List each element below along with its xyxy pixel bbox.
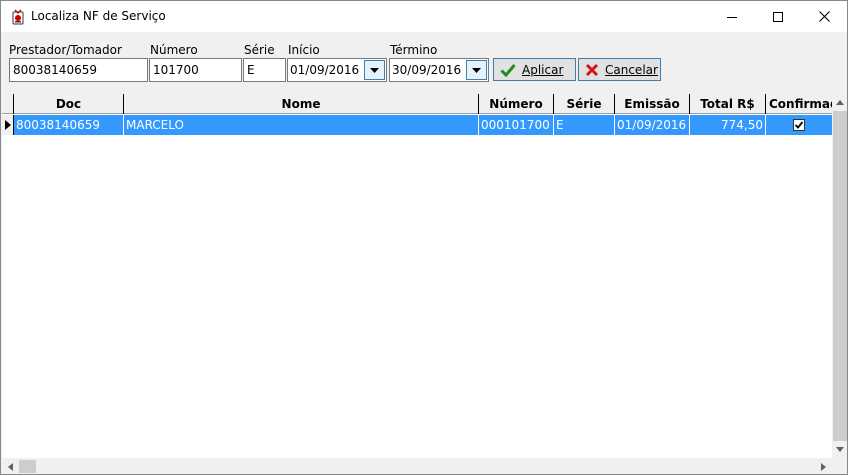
confirmada-checkbox[interactable]	[793, 119, 805, 131]
inicio-dropdown-button[interactable]	[364, 60, 385, 80]
grid-header: Doc Nome Número Série Emissão Total R$ C…	[2, 94, 836, 114]
chevron-down-icon	[370, 67, 379, 73]
cell-doc[interactable]: 80038140659	[14, 115, 124, 135]
serie-label: Série	[244, 43, 275, 57]
checkmark-icon	[500, 63, 516, 77]
results-grid[interactable]: Doc Nome Número Série Emissão Total R$ C…	[2, 94, 847, 474]
maximize-icon	[773, 11, 783, 22]
aplicar-button[interactable]: Aplicar	[493, 58, 576, 81]
indicator-header	[2, 94, 14, 114]
app-icon	[10, 9, 26, 25]
vertical-scroll-thumb[interactable]	[833, 111, 847, 441]
table-row[interactable]: 80038140659 MARCELO 000101700 E 01/09/20…	[2, 115, 832, 135]
inicio-date-picker[interactable]: 01/09/2016	[287, 58, 387, 82]
chevron-left-icon	[8, 462, 13, 471]
header-nome[interactable]: Nome	[124, 94, 479, 114]
row-indicator	[2, 115, 14, 135]
scroll-up-button[interactable]	[832, 94, 847, 111]
header-doc[interactable]: Doc	[14, 94, 124, 114]
inicio-date-value: 01/09/2016	[290, 63, 360, 77]
cell-serie[interactable]: E	[554, 115, 615, 135]
header-emissao[interactable]: Emissão	[615, 94, 690, 114]
header-confirmada[interactable]: Confirmada	[766, 94, 836, 114]
prestador-label: Prestador/Tomador	[9, 43, 122, 57]
cell-emissao[interactable]: 01/09/2016	[615, 115, 690, 135]
minimize-button[interactable]	[709, 1, 755, 32]
numero-label: Número	[150, 43, 198, 57]
cancelar-label: Cancelar	[605, 62, 658, 77]
cell-nome[interactable]: MARCELO	[124, 115, 479, 135]
cell-numero[interactable]: 000101700	[479, 115, 554, 135]
horizontal-scrollbar[interactable]	[2, 458, 832, 474]
cancelar-button[interactable]: Cancelar	[578, 58, 661, 81]
title-bar: Localiza NF de Serviço	[1, 1, 847, 32]
numero-input[interactable]	[149, 58, 242, 82]
vertical-scrollbar[interactable]	[832, 94, 847, 458]
x-icon	[585, 63, 599, 77]
header-total[interactable]: Total R$	[690, 94, 766, 114]
chevron-up-icon	[836, 100, 844, 105]
scroll-corner	[832, 458, 847, 474]
scroll-left-button[interactable]	[2, 458, 19, 474]
termino-date-value: 30/09/2016	[392, 63, 462, 77]
termino-date-picker[interactable]: 30/09/2016	[389, 58, 489, 82]
maximize-button[interactable]	[755, 1, 801, 32]
scroll-right-button[interactable]	[815, 458, 832, 474]
scroll-down-button[interactable]	[832, 441, 847, 458]
chevron-right-icon	[821, 462, 826, 471]
window-title: Localiza NF de Serviço	[31, 9, 166, 23]
cell-total[interactable]: 774,50	[690, 115, 766, 135]
cell-confirmada[interactable]	[766, 115, 832, 135]
close-icon	[818, 11, 830, 22]
row-pointer-icon	[4, 120, 11, 130]
serie-input[interactable]	[243, 58, 286, 82]
chevron-down-icon	[472, 67, 481, 73]
horizontal-scroll-thumb[interactable]	[19, 460, 36, 473]
inicio-label: Início	[288, 43, 320, 57]
header-serie[interactable]: Série	[554, 94, 615, 114]
termino-label: Término	[390, 43, 438, 57]
termino-dropdown-button[interactable]	[466, 60, 487, 80]
localiza-nf-window: Localiza NF de Serviço Prestador/Tomador…	[0, 0, 848, 475]
aplicar-label: Aplicar	[522, 62, 564, 77]
chevron-down-icon	[836, 447, 844, 452]
prestador-input[interactable]	[9, 58, 148, 82]
checkmark-icon	[794, 121, 804, 129]
close-button[interactable]	[801, 1, 847, 32]
header-numero[interactable]: Número	[479, 94, 554, 114]
minimize-icon	[727, 16, 737, 18]
